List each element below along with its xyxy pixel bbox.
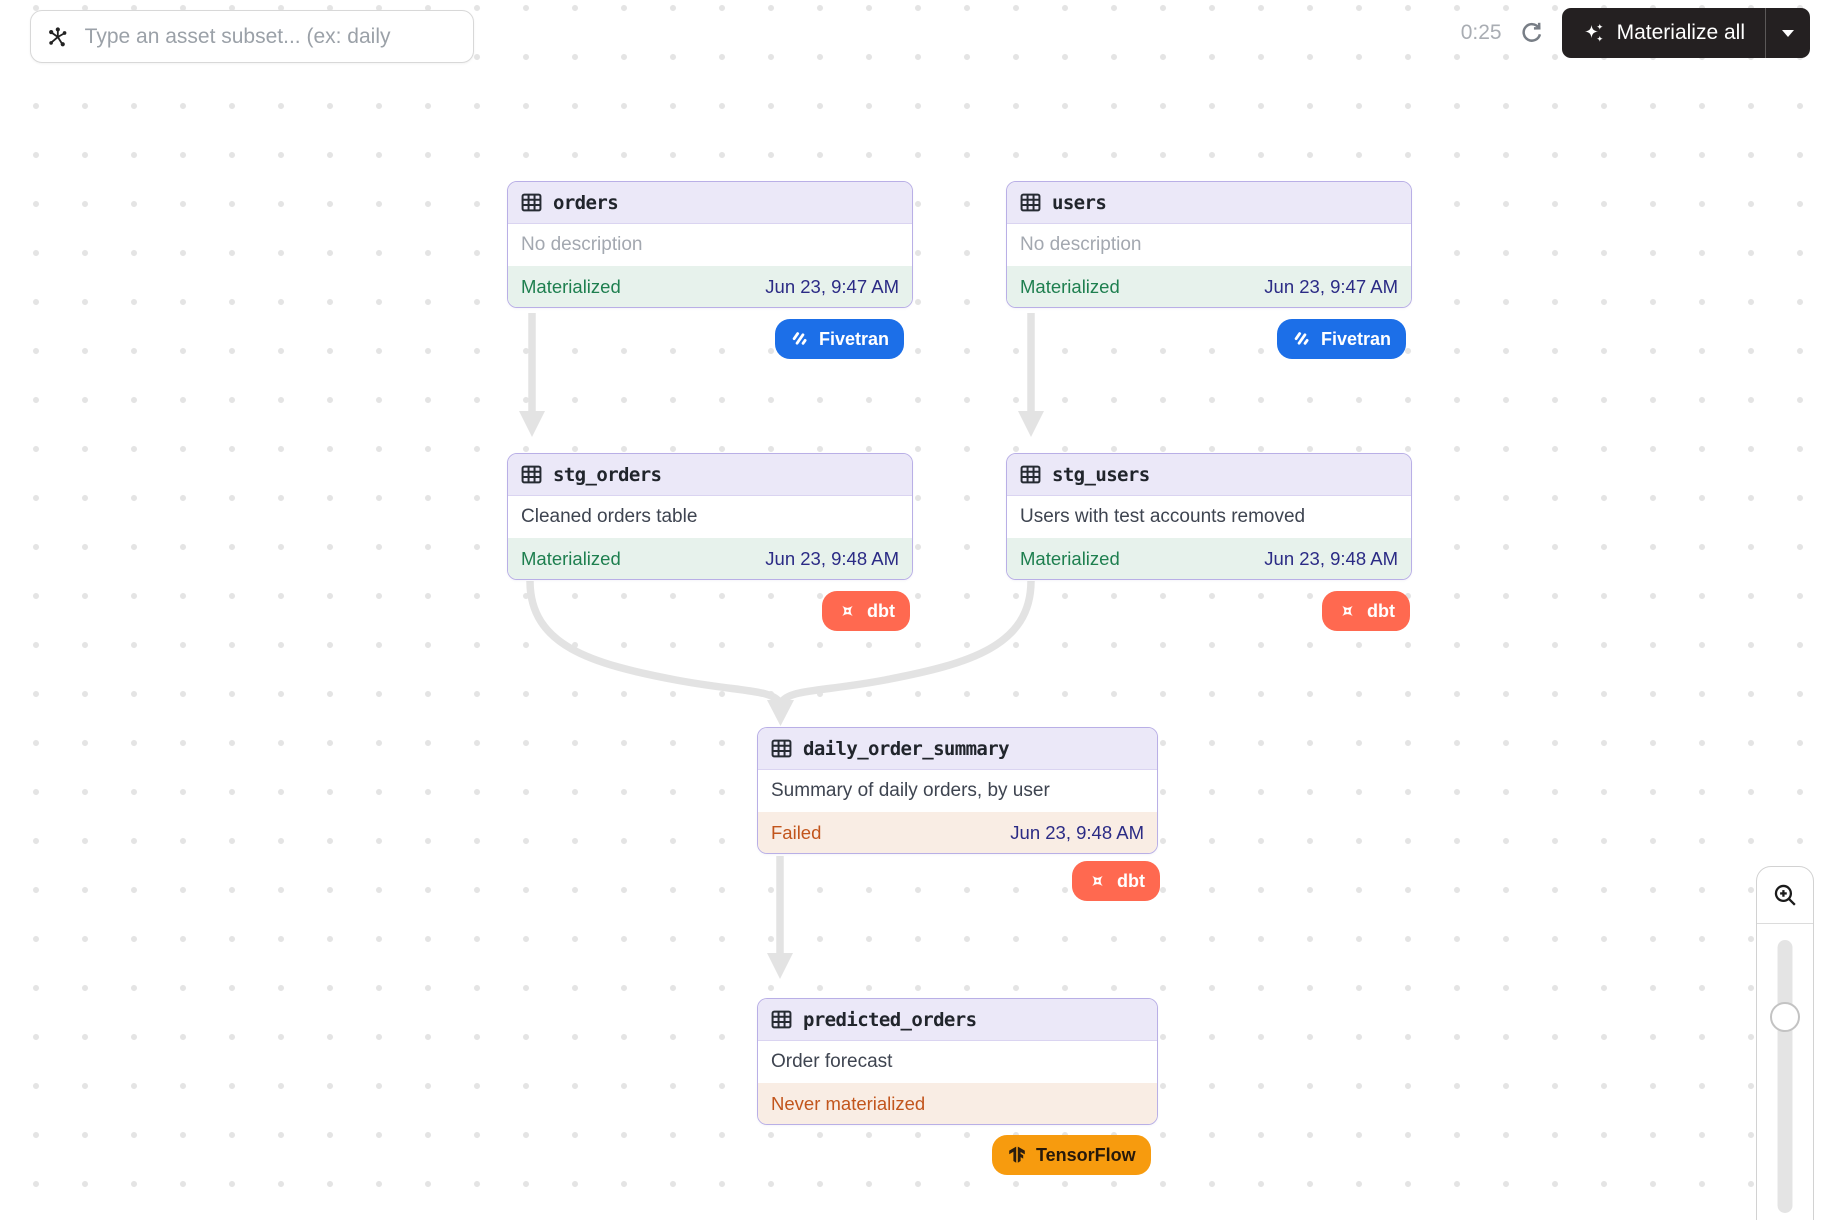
asset-node-header: stg_users [1007,454,1411,496]
zoom-in-button[interactable] [1757,867,1813,924]
badge-label: dbt [867,601,895,622]
table-icon [521,192,542,213]
dbt-icon [1087,871,1108,892]
tensorflow-icon [1007,1145,1027,1165]
status-timestamp: Jun 23, 9:48 AM [1264,548,1398,570]
asset-node-stg_users[interactable]: stg_users Users with test accounts remov… [1006,453,1412,580]
asset-description: Users with test accounts removed [1007,496,1411,538]
asset-name: predicted_orders [803,1009,976,1031]
asset-status-row: Materialized Jun 23, 9:48 AM [508,538,912,579]
asset-node-orders[interactable]: orders No description Materialized Jun 2… [507,181,913,308]
asset-name: orders [553,192,618,214]
status-label: Never materialized [771,1093,925,1115]
toolbar-right: 0:25 Materialize all [1461,8,1810,58]
asset-node-header: users [1007,182,1411,224]
run-timer: 0:25 [1461,21,1502,45]
table-icon [771,738,792,759]
asset-subset-search[interactable] [30,10,474,63]
asset-node-header: stg_orders [508,454,912,496]
asset-name: stg_orders [553,464,661,486]
fivetran-icon [790,329,810,349]
asset-description: Summary of daily orders, by user [758,770,1157,812]
asset-status-row: Materialized Jun 23, 9:47 AM [508,266,912,307]
magnifier-plus-icon [1772,882,1799,909]
materialize-all-main[interactable]: Materialize all [1562,8,1765,58]
zoom-panel [1756,866,1814,1220]
asset-node-header: orders [508,182,912,224]
dbt-icon [1337,601,1358,622]
status-label: Materialized [1020,548,1120,570]
asset-status-row: Never materialized [758,1083,1157,1124]
tensorflow-badge[interactable]: TensorFlow [992,1135,1151,1175]
asset-name: daily_order_summary [803,738,1009,760]
table-icon [771,1009,792,1030]
status-timestamp: Jun 23, 9:47 AM [765,276,899,298]
refresh-button[interactable] [1519,20,1545,46]
status-label: Failed [771,822,821,844]
zoom-slider[interactable] [1757,924,1813,1220]
fivetran-badge[interactable]: Fivetran [1277,319,1406,359]
chevron-down-icon [1782,30,1794,37]
badge-label: Fivetran [819,329,889,350]
badge-label: dbt [1367,601,1395,622]
status-label: Materialized [521,276,621,298]
asset-description: No description [508,224,912,266]
table-icon [1020,192,1041,213]
dbt-icon [837,601,858,622]
asset-node-stg_orders[interactable]: stg_orders Cleaned orders table Material… [507,453,913,580]
badge-label: dbt [1117,871,1145,892]
dbt-badge[interactable]: dbt [1322,591,1410,631]
materialize-all-button[interactable]: Materialize all [1562,8,1810,58]
asset-lineage-canvas[interactable]: 0:25 Materialize all [0,0,1834,1220]
materialize-options-button[interactable] [1765,8,1810,58]
asset-node-header: predicted_orders [758,999,1157,1041]
table-icon [521,464,542,485]
asset-node-daily_order_summary[interactable]: daily_order_summary Summary of daily ord… [757,727,1158,854]
badge-label: Fivetran [1321,329,1391,350]
asset-description: Order forecast [758,1041,1157,1083]
fivetran-icon [1292,329,1312,349]
fivetran-badge[interactable]: Fivetran [775,319,904,359]
dbt-badge[interactable]: dbt [1072,861,1160,901]
refresh-icon [1519,20,1545,46]
zoom-slider-thumb[interactable] [1770,1002,1800,1032]
status-timestamp: Jun 23, 9:48 AM [765,548,899,570]
asset-status-row: Materialized Jun 23, 9:47 AM [1007,266,1411,307]
status-timestamp: Jun 23, 9:47 AM [1264,276,1398,298]
asset-name: stg_users [1052,464,1150,486]
status-timestamp: Jun 23, 9:48 AM [1010,822,1144,844]
asset-status-row: Failed Jun 23, 9:48 AM [758,812,1157,853]
asset-graph-icon [46,24,70,50]
asset-node-header: daily_order_summary [758,728,1157,770]
badge-label: TensorFlow [1036,1145,1136,1166]
zoom-slider-track[interactable] [1778,940,1793,1213]
search-input[interactable] [83,24,458,50]
dbt-badge[interactable]: dbt [822,591,910,631]
sparkles-icon [1582,21,1606,45]
asset-description: Cleaned orders table [508,496,912,538]
asset-status-row: Materialized Jun 23, 9:48 AM [1007,538,1411,579]
status-label: Materialized [521,548,621,570]
asset-name: users [1052,192,1106,214]
asset-node-predicted_orders[interactable]: predicted_orders Order forecast Never ma… [757,998,1158,1125]
status-label: Materialized [1020,276,1120,298]
asset-description: No description [1007,224,1411,266]
asset-node-users[interactable]: users No description Materialized Jun 23… [1006,181,1412,308]
table-icon [1020,464,1041,485]
materialize-all-label: Materialize all [1617,21,1745,45]
